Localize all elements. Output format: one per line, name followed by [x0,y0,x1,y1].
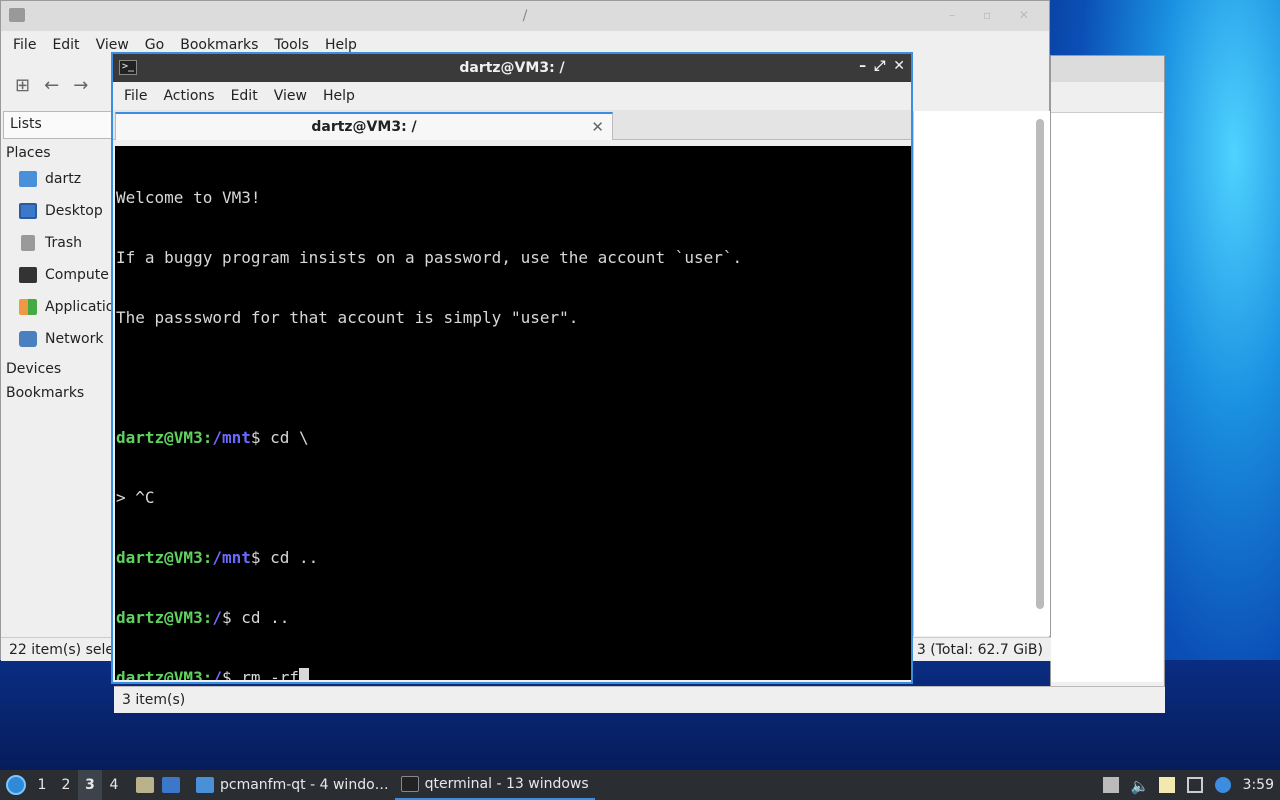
sidebar: Lists Places dartz Desktop Trash Compute… [3,111,115,636]
command-line: dartz@VM3:/mnt$ cd .. [116,548,319,567]
file-list-area[interactable] [913,111,1050,636]
scrollbar[interactable] [1036,119,1044,609]
sidebar-item-network[interactable]: Network [3,323,115,355]
menu-actions[interactable]: Actions [155,88,222,104]
file-manager-window-2[interactable] [1050,55,1165,713]
network-icon [19,331,37,347]
window-titlebar[interactable] [1051,56,1164,82]
maximize-icon[interactable]: ⤢ [874,58,885,74]
workspace-3[interactable]: 3 [78,770,102,800]
workspace-1[interactable]: 1 [30,777,54,793]
menu-help[interactable]: Help [317,37,365,53]
tab-bar: dartz@VM3: / ✕ [113,110,911,140]
show-desktop-icon[interactable] [162,777,180,793]
scrollbar-thumb[interactable] [1036,119,1044,609]
task-label: pcmanfm-qt - 4 windo… [220,777,389,793]
tab-label: dartz@VM3: / [311,119,417,135]
window-titlebar[interactable]: >_ dartz@VM3: / – ⤢ ✕ [113,54,911,82]
home-folder-icon [19,171,37,187]
menu-help[interactable]: Help [315,88,363,104]
task-label: qterminal - 13 windows [424,776,589,792]
command-line: dartz@VM3:/mnt$ cd \ [116,428,309,447]
menu-tools[interactable]: Tools [266,37,317,53]
terminal-window[interactable]: >_ dartz@VM3: / – ⤢ ✕ File Actions Edit … [111,52,913,684]
computer-icon [19,267,37,283]
file-manager-2-status-bar: 3 item(s) [114,686,1165,713]
menu-view[interactable]: View [266,88,315,104]
network-status-icon[interactable] [1186,777,1203,793]
menu-file[interactable]: File [116,88,155,104]
terminal-tab[interactable]: dartz@VM3: / ✕ [115,112,613,140]
bookmarks-header[interactable]: Bookmarks [3,379,115,403]
terminal-icon [400,776,419,792]
current-command-line[interactable]: dartz@VM3:/$ rm -rf [116,668,910,680]
window-controls: – ⤢ ✕ [859,58,905,74]
quicklaunch [136,777,180,793]
minimize-icon[interactable]: – [859,58,866,74]
applications-icon [19,299,37,315]
workspace-4[interactable]: 4 [102,777,126,793]
command-line: dartz@VM3:/$ cd .. [116,608,290,627]
disk-status: 3 (Total: 62.7 GiB) [916,641,1043,658]
menu-view[interactable]: View [88,37,137,53]
menubar: File Actions Edit View Help [113,82,911,110]
new-tab-icon[interactable]: ⊞ [15,75,30,96]
welcome-line: If a buggy program insists on a password… [116,248,743,267]
menu-file[interactable]: File [5,37,44,53]
sidebar-item-home[interactable]: dartz [3,163,115,195]
window-title: / [522,8,528,24]
folder-icon [196,777,214,793]
desktop-icon [19,203,37,219]
volume-icon[interactable]: 🔈 [1131,777,1150,795]
back-arrow-icon[interactable]: ← [44,75,59,96]
sidebar-item-trash[interactable]: Trash [3,227,115,259]
sidebar-item-computer[interactable]: Compute [3,259,115,291]
menu-edit[interactable]: Edit [223,88,266,104]
tab-close-icon[interactable]: ✕ [591,118,604,136]
file-manager-launcher-icon[interactable] [136,777,154,793]
window-titlebar[interactable]: / – ▫ ✕ [1,1,1049,31]
sidebar-item-applications[interactable]: Applicatio [3,291,115,323]
places-header[interactable]: Places [3,139,115,163]
task-pcmanfm[interactable]: pcmanfm-qt - 4 windo… [190,770,395,800]
terminal-output[interactable]: Welcome to VM3! If a buggy program insis… [115,146,911,680]
system-tray: 🔈 3:59 [1102,770,1280,800]
forward-arrow-icon[interactable]: → [73,75,88,96]
window-title: dartz@VM3: / [459,60,565,76]
task-qterminal[interactable]: qterminal - 13 windows [394,770,595,800]
start-menu-button[interactable] [2,770,30,800]
item-count-status: 3 item(s) [122,692,186,708]
sidebar-item-desktop[interactable]: Desktop [3,195,115,227]
taskbar: 1 2 3 4 pcmanfm-qt - 4 windo… qterminal … [0,770,1280,800]
workspace-2[interactable]: 2 [54,777,78,793]
continuation-line: > ^C [116,488,155,507]
welcome-line: The passsword for that account is simply… [116,308,579,327]
notification-icon[interactable] [1214,777,1231,793]
menu-edit[interactable]: Edit [44,37,87,53]
terminal-icon: >_ [119,60,137,75]
clipboard-icon[interactable] [1158,777,1175,793]
clock[interactable]: 3:59 [1243,777,1274,793]
menu-go[interactable]: Go [137,37,172,53]
sidebar-mode-select[interactable]: Lists [3,111,115,139]
text-cursor [299,668,310,680]
lxqt-logo-icon [6,775,26,795]
file-list-area[interactable] [1051,112,1163,682]
selection-status: 22 item(s) selec [9,641,122,658]
eject-icon[interactable] [1102,777,1119,793]
welcome-line: Welcome to VM3! [116,188,261,207]
window-controls[interactable]: – ▫ ✕ [949,8,1041,22]
close-icon[interactable]: ✕ [893,58,905,74]
devices-header[interactable]: Devices [3,355,115,379]
folder-icon [9,8,25,22]
menu-bookmarks[interactable]: Bookmarks [172,37,266,53]
trash-icon [21,235,35,251]
